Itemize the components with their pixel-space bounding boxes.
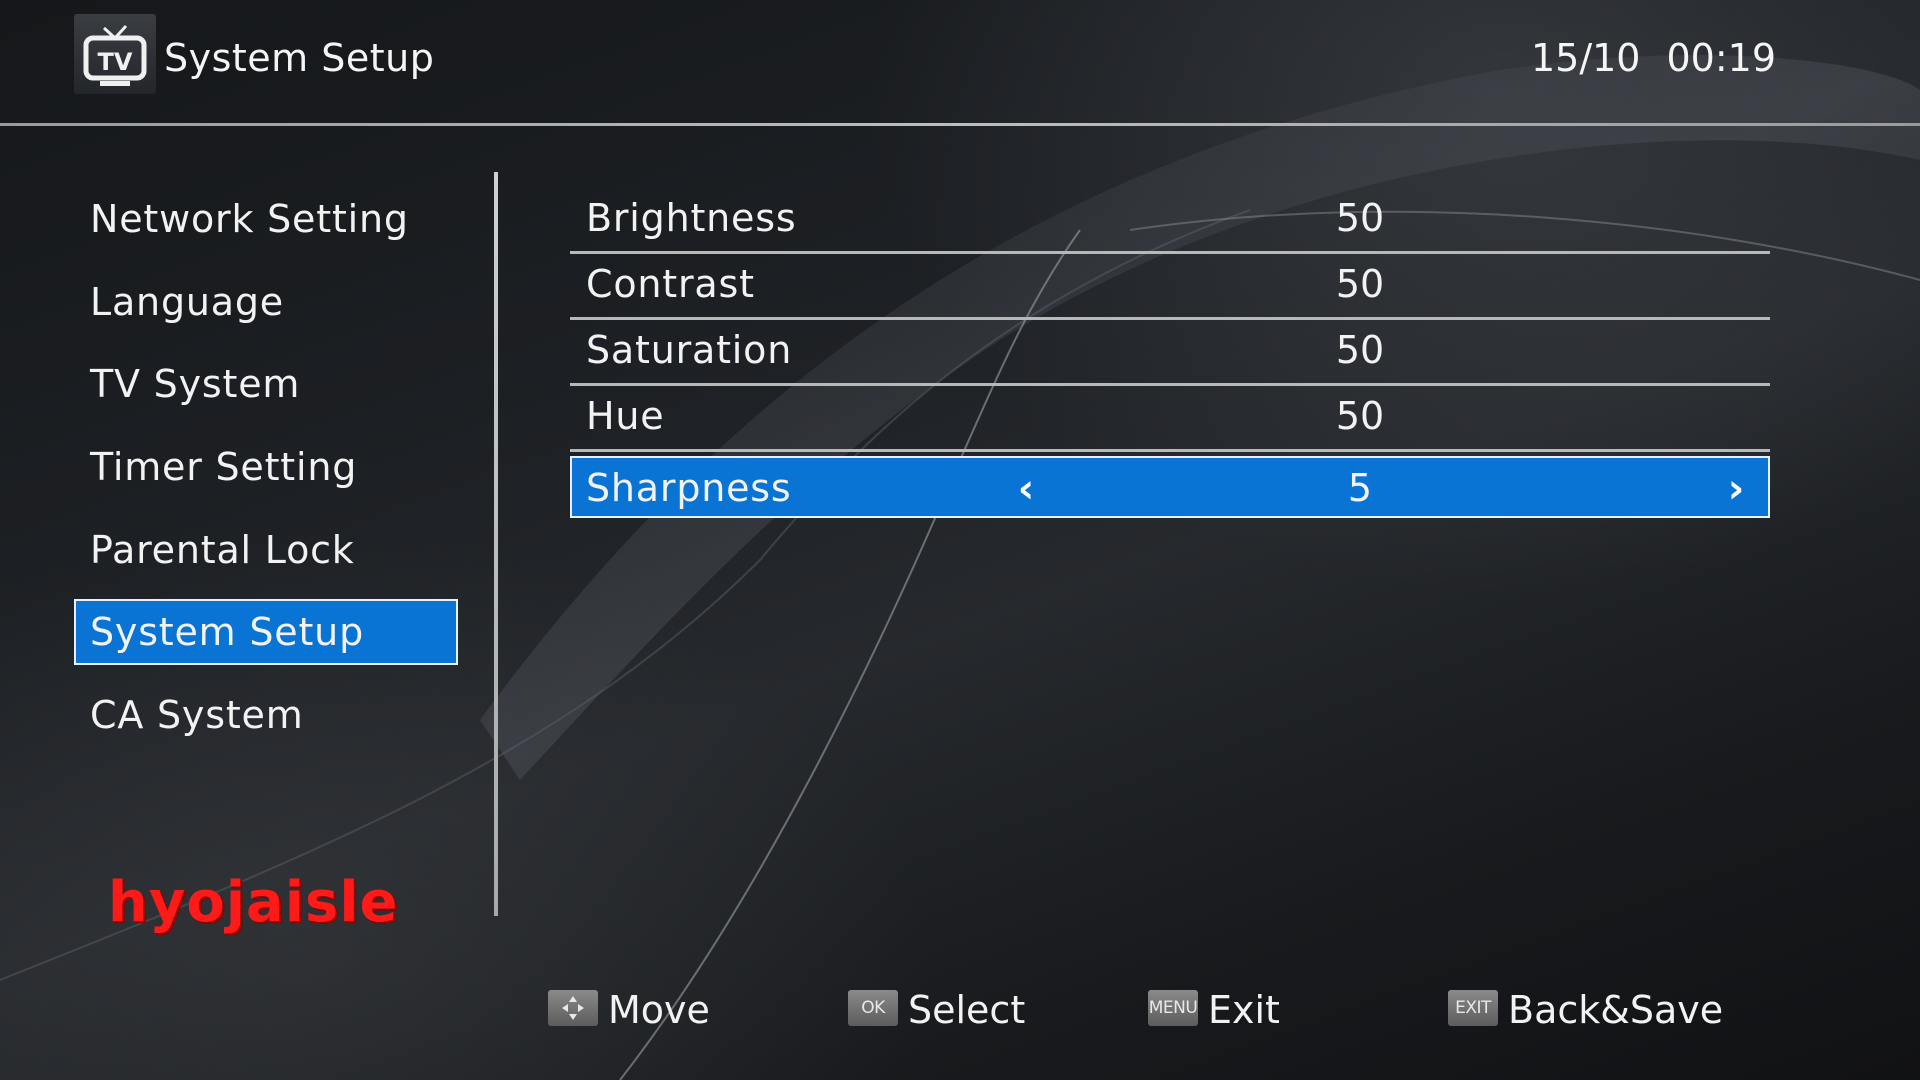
setting-row-hue[interactable]: Hue 50 (570, 388, 1770, 452)
sidebar-item-language[interactable]: Language (74, 269, 458, 335)
setting-label: Sharpness (586, 466, 792, 510)
header-divider (0, 123, 1920, 126)
setting-label: Hue (586, 394, 665, 438)
sidebar-item-tv-system[interactable]: TV System (74, 351, 458, 417)
setting-value: 50 (1335, 328, 1385, 372)
hint-label: Select (908, 988, 1026, 1032)
clock-time: 00:19 (1666, 36, 1776, 80)
setting-label: Brightness (586, 196, 797, 240)
sidebar-item-label: Timer Setting (90, 445, 358, 490)
setting-row-brightness[interactable]: Brightness 50 (570, 190, 1770, 254)
setting-row-saturation[interactable]: Saturation 50 (570, 322, 1770, 386)
menu-key-icon: MENU (1148, 990, 1198, 1026)
sidebar-item-ca-system[interactable]: CA System (74, 682, 458, 748)
setting-value: 50 (1335, 394, 1385, 438)
dpad-arrows-icon (548, 990, 598, 1026)
setting-value: 50 (1335, 262, 1385, 306)
screen: TV System Setup 15/10 00:19 Network Setti… (0, 0, 1920, 1080)
setting-value: 5 (1347, 466, 1373, 510)
hint-label: Move (608, 988, 710, 1032)
tv-icon-label: TV (98, 48, 133, 76)
watermark: hyojaisle (108, 870, 399, 935)
footer-hints: Move OK Select MENU Exit EXIT Back&Save (548, 986, 1748, 1034)
sidebar-item-timer-setting[interactable]: Timer Setting (74, 434, 458, 500)
sidebar-item-label: System Setup (90, 610, 364, 655)
settings-list: Brightness 50 Contrast 50 Saturation 50 … (570, 190, 1770, 520)
clock: 15/10 00:19 (1531, 36, 1776, 80)
sidebar-item-network-setting[interactable]: Network Setting (74, 186, 458, 252)
setting-label: Saturation (586, 328, 793, 372)
chevron-right-icon[interactable]: › (1716, 466, 1756, 512)
sidebar-item-label: CA System (90, 693, 304, 738)
exit-key-icon: EXIT (1448, 990, 1498, 1026)
sidebar-item-label: TV System (90, 362, 301, 407)
tv-icon: TV (74, 14, 156, 94)
sidebar-menu: Network Setting Language TV System Timer… (74, 186, 458, 765)
sidebar-divider (494, 172, 498, 916)
setting-row-contrast[interactable]: Contrast 50 (570, 256, 1770, 320)
hint-label: Back&Save (1508, 988, 1724, 1032)
page-title: System Setup (164, 36, 435, 80)
setting-row-sharpness[interactable]: Sharpness ‹ 5 › (570, 456, 1770, 518)
ok-key-icon: OK (848, 990, 898, 1026)
chevron-left-icon[interactable]: ‹ (1006, 466, 1046, 512)
hint-label: Exit (1208, 988, 1280, 1032)
sidebar-item-system-setup[interactable]: System Setup (74, 599, 458, 666)
setting-label: Contrast (586, 262, 755, 306)
clock-date: 15/10 (1530, 36, 1641, 80)
sidebar-item-parental-lock[interactable]: Parental Lock (74, 517, 458, 583)
sidebar-item-label: Language (90, 279, 284, 324)
sidebar-item-label: Parental Lock (90, 527, 355, 572)
setting-value: 50 (1335, 196, 1385, 240)
sidebar-item-label: Network Setting (90, 197, 409, 241)
